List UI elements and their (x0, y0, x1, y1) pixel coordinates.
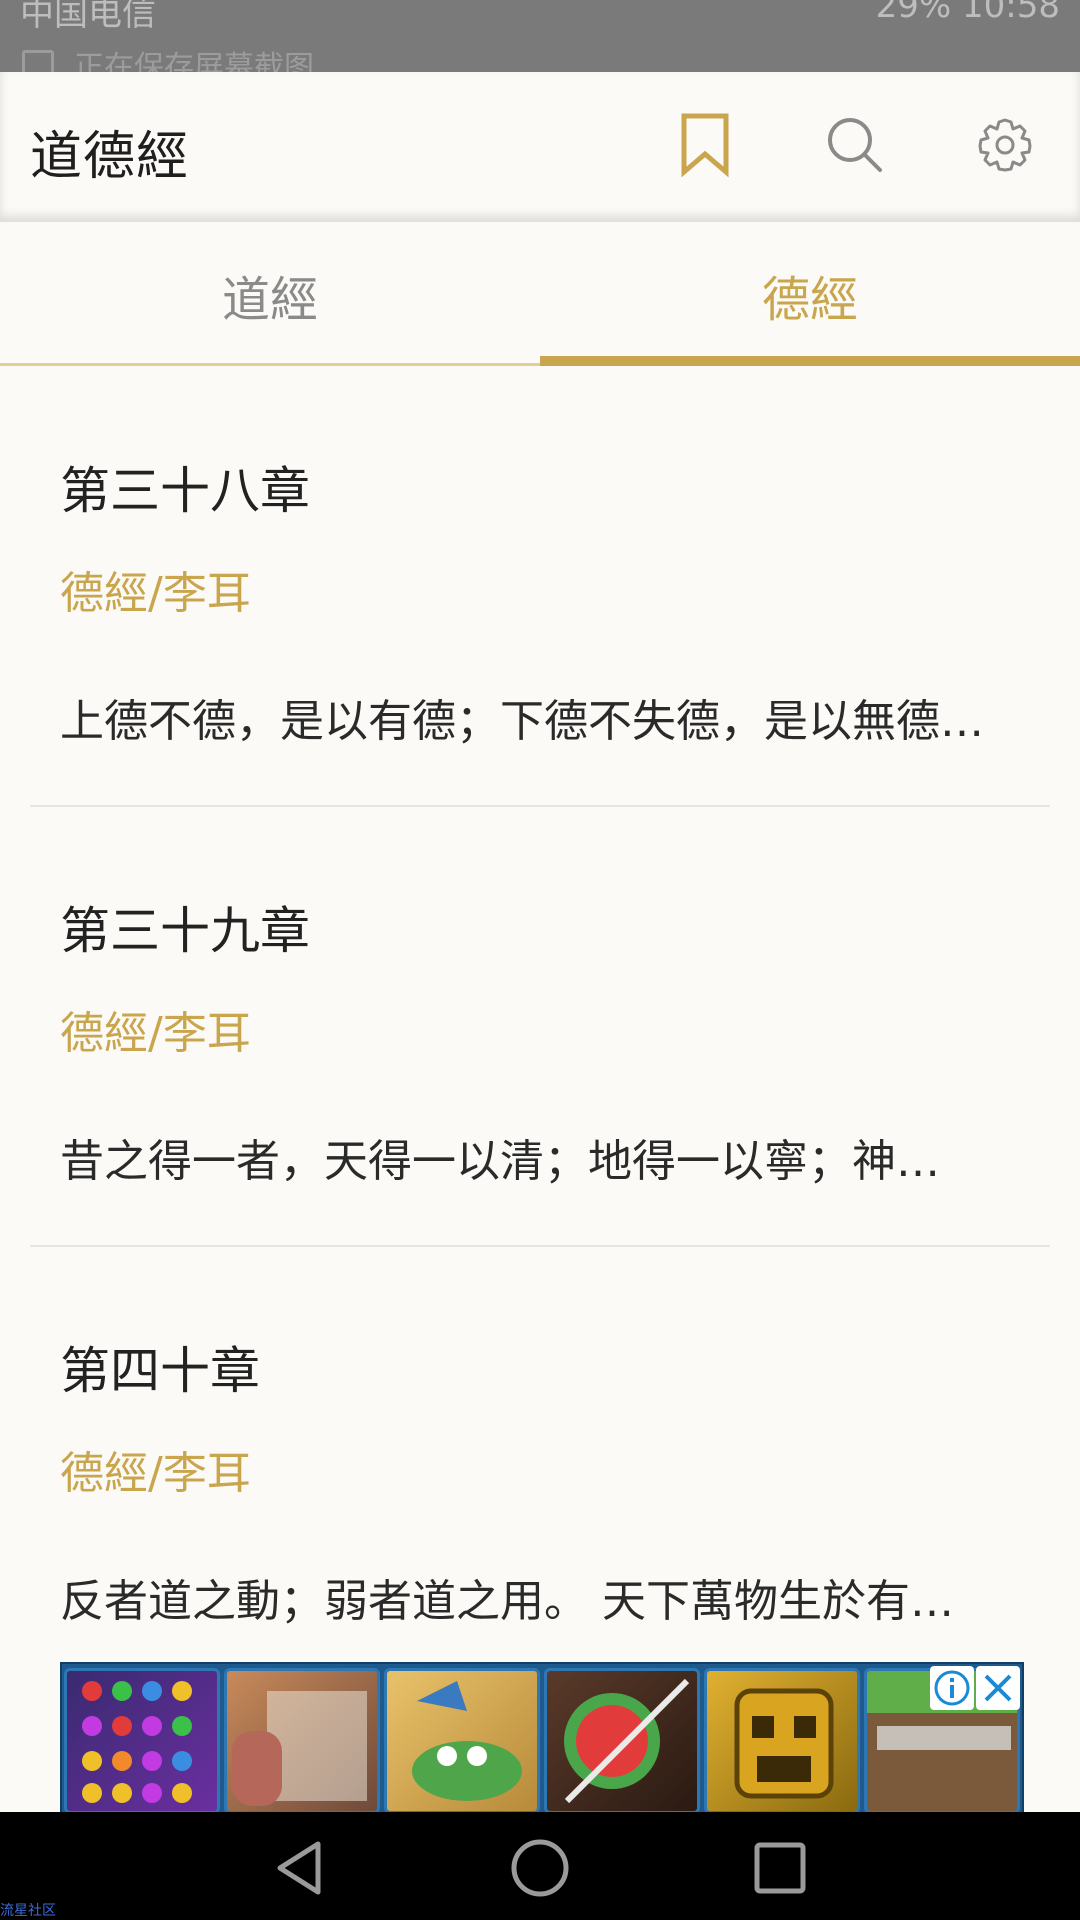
section-tabs: 道經 德經 (0, 222, 1080, 367)
home-button[interactable] (508, 1836, 572, 1900)
ad-tile-swampy[interactable] (384, 1668, 540, 1812)
chapter-title: 第四十章 (60, 1342, 260, 1400)
bookmark-icon (681, 113, 729, 178)
candy-icon (82, 1681, 192, 1803)
gear-icon (978, 118, 1032, 172)
back-icon (277, 1841, 321, 1895)
app-title: 道德經 (30, 127, 190, 187)
notification-text: 正在保存屏幕截图 (74, 50, 314, 72)
ad-close-button[interactable] (976, 1666, 1020, 1710)
close-icon (984, 1674, 1012, 1702)
ad-tile-fruit[interactable] (544, 1668, 700, 1812)
watermelon-icon (564, 1678, 690, 1804)
ad-banner[interactable] (60, 1662, 1024, 1814)
bookmark-button[interactable] (670, 110, 740, 180)
chapter-subtitle: 德經/李耳 (60, 568, 251, 619)
settings-button[interactable] (970, 110, 1040, 180)
chapter-title: 第三十九章 (60, 902, 310, 960)
info-icon (934, 1670, 970, 1706)
ad-info-button[interactable] (930, 1666, 974, 1710)
chapter-excerpt: 上德不德，是以有德；下德不失德，是以無德… (60, 696, 984, 747)
image-icon (22, 50, 54, 72)
back-button[interactable] (268, 1836, 332, 1900)
recents-button[interactable] (748, 1836, 812, 1900)
crocodile-icon (412, 1681, 522, 1801)
chapter-subtitle: 德經/李耳 (60, 1008, 251, 1059)
home-icon (511, 1839, 569, 1897)
status-time-battery: 29% 10:58 (875, 0, 1060, 26)
tab-dejing[interactable]: 德經 (540, 222, 1080, 367)
search-button[interactable] (820, 110, 890, 180)
list-item[interactable]: 第四十章 德經/李耳 反者道之動；弱者道之用。 天下萬物生於有… (0, 1247, 1080, 1687)
tab-baseline (0, 363, 540, 366)
recents-icon (754, 1842, 806, 1894)
tab-daojing[interactable]: 道經 (0, 222, 540, 367)
gta-icon (232, 1691, 367, 1806)
chapter-excerpt: 反者道之動；弱者道之用。 天下萬物生於有… (60, 1576, 954, 1627)
chapter-title: 第三十八章 (60, 462, 310, 520)
tab-indicator (540, 356, 1080, 366)
chapter-excerpt: 昔之得一者，天得一以清；地得一以寧；神… (60, 1136, 940, 1187)
list-item[interactable]: 第三十九章 德經/李耳 昔之得一者，天得一以清；地得一以寧；神… (0, 807, 1080, 1247)
chapter-subtitle: 德經/李耳 (60, 1448, 251, 1499)
list-item[interactable]: 第三十八章 德經/李耳 上德不德，是以有德；下德不失德，是以無德… (0, 367, 1080, 807)
temple-icon (734, 1688, 834, 1799)
status-bar: 中国电信 29% 10:58 正在保存屏幕截图 (0, 0, 1080, 72)
search-icon (828, 118, 882, 172)
screenshot-notification: 正在保存屏幕截图 (0, 40, 1080, 72)
watermark-text: 流星社区 (0, 1903, 56, 1919)
ad-tile-temple[interactable] (704, 1668, 860, 1812)
system-nav-bar: 流星社区 (0, 1812, 1080, 1920)
chapter-list: 第三十八章 德經/李耳 上德不德，是以有德；下德不失德，是以無德… 第三十九章 … (0, 367, 1080, 1687)
carrier-label: 中国电信 (20, 0, 156, 34)
ad-tile-candy[interactable] (64, 1668, 220, 1812)
ad-tile-gta[interactable] (224, 1668, 380, 1812)
app-bar: 道德經 (0, 72, 1080, 222)
